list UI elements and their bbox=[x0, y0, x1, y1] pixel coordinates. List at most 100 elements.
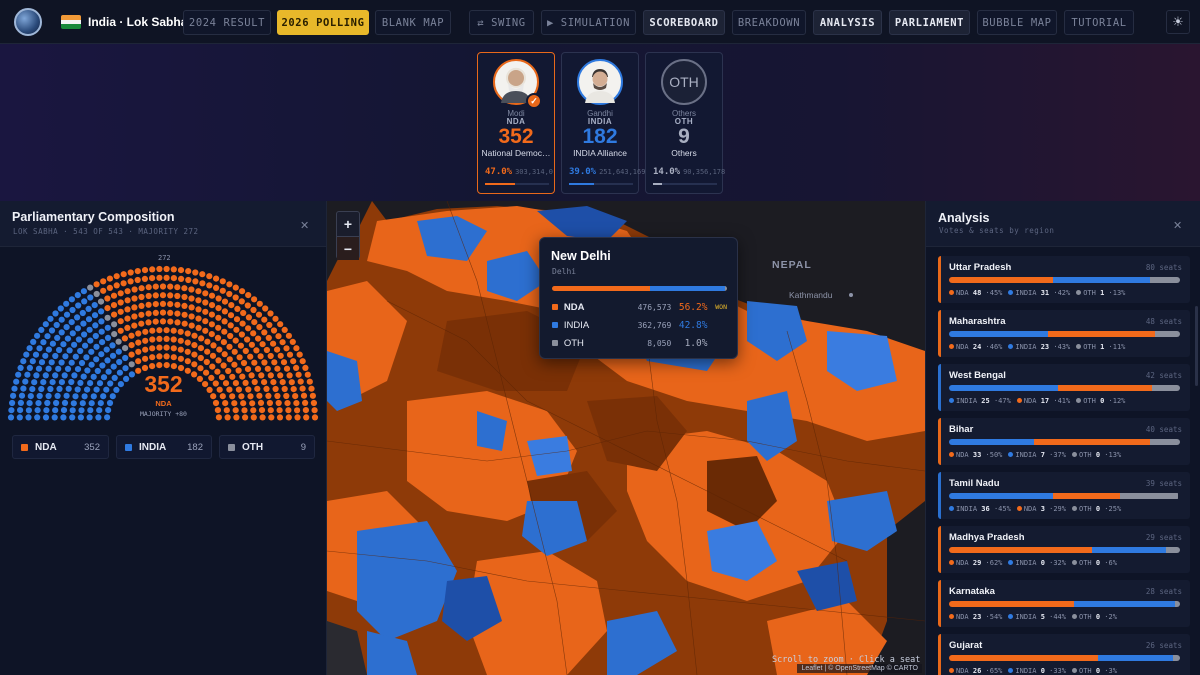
seat-dot[interactable] bbox=[68, 296, 75, 303]
seat-dot[interactable] bbox=[204, 348, 211, 355]
seat-dot[interactable] bbox=[227, 312, 235, 319]
region-card[interactable]: Maharashtra 48 seats NDA 24 ·46% INDIA 23 ·… bbox=[938, 310, 1190, 357]
seat-dot[interactable] bbox=[86, 326, 93, 333]
seat-dot[interactable] bbox=[267, 352, 274, 360]
seat-dot[interactable] bbox=[257, 353, 264, 360]
seat-dot[interactable] bbox=[181, 293, 188, 301]
seat-dot[interactable] bbox=[184, 348, 191, 355]
seat-dot[interactable] bbox=[216, 346, 223, 353]
seat-dot[interactable] bbox=[138, 285, 145, 292]
seat-dot[interactable] bbox=[74, 325, 81, 332]
seat-dot[interactable] bbox=[163, 353, 170, 360]
seat-dot[interactable] bbox=[170, 363, 177, 370]
seat-dot[interactable] bbox=[127, 278, 134, 285]
seat-dot[interactable] bbox=[174, 292, 181, 300]
seat-dot[interactable] bbox=[231, 361, 238, 368]
seat-dot[interactable] bbox=[47, 315, 54, 322]
seat-dot[interactable] bbox=[110, 292, 118, 299]
seat-dot[interactable] bbox=[98, 308, 105, 315]
seat-dot[interactable] bbox=[34, 332, 41, 339]
nav-analysis[interactable]: ANALYSIS bbox=[813, 10, 882, 35]
seat-dot[interactable] bbox=[178, 275, 185, 282]
seat-dot[interactable] bbox=[138, 311, 145, 318]
seat-dot[interactable] bbox=[87, 294, 94, 301]
seat-dot[interactable] bbox=[93, 281, 100, 288]
seat-dot[interactable] bbox=[113, 273, 120, 280]
seat-dot[interactable] bbox=[88, 348, 95, 355]
seat-dot[interactable] bbox=[256, 300, 263, 307]
seat-dot[interactable] bbox=[239, 320, 246, 327]
seat-dot[interactable] bbox=[45, 346, 53, 353]
seat-dot[interactable] bbox=[261, 316, 268, 323]
seat-dot[interactable] bbox=[152, 309, 159, 316]
seat-dot[interactable] bbox=[113, 282, 120, 289]
seat-dot[interactable] bbox=[170, 336, 177, 343]
seat-dot[interactable] bbox=[204, 338, 211, 345]
seat-dot[interactable] bbox=[219, 278, 226, 285]
seat-dot[interactable] bbox=[274, 346, 281, 353]
seat-dot[interactable] bbox=[115, 348, 122, 355]
seat-dot[interactable] bbox=[188, 322, 195, 329]
seat-dot[interactable] bbox=[261, 359, 268, 366]
seat-dot[interactable] bbox=[215, 295, 222, 302]
seat-dot[interactable] bbox=[265, 334, 272, 341]
seat-dot[interactable] bbox=[149, 363, 156, 370]
seat-dot[interactable] bbox=[177, 355, 184, 362]
seat-dot[interactable] bbox=[149, 327, 156, 334]
seat-dot[interactable] bbox=[275, 333, 282, 340]
seat-dot[interactable] bbox=[69, 330, 76, 337]
seat-dot[interactable] bbox=[270, 327, 278, 334]
seat-dot[interactable] bbox=[167, 283, 174, 290]
seat-dot[interactable] bbox=[245, 314, 252, 321]
seat-dot[interactable] bbox=[111, 321, 118, 328]
seat-dot[interactable] bbox=[57, 305, 64, 312]
seat-dot[interactable] bbox=[117, 290, 124, 297]
seat-dot[interactable] bbox=[127, 269, 134, 276]
seat-dot[interactable] bbox=[32, 351, 40, 358]
seat-dot[interactable] bbox=[122, 345, 129, 352]
seat-dot[interactable] bbox=[247, 353, 254, 360]
seat-dot[interactable] bbox=[228, 302, 235, 309]
seat-dot[interactable] bbox=[174, 319, 181, 326]
seat-dot[interactable] bbox=[251, 359, 258, 366]
seat-dot[interactable] bbox=[104, 334, 112, 341]
seat-dot[interactable] bbox=[152, 283, 159, 290]
seat-dot[interactable] bbox=[81, 331, 88, 338]
seat-dot[interactable] bbox=[250, 306, 257, 314]
seat-dot[interactable] bbox=[195, 315, 202, 322]
seat-dot[interactable] bbox=[245, 325, 252, 332]
seat-dot[interactable] bbox=[174, 301, 181, 308]
seat-dot[interactable] bbox=[203, 358, 210, 366]
region-card[interactable]: Tamil Nadu 39 seats INDIA 36 ·45% NDA 3 ·29… bbox=[938, 472, 1190, 519]
seat-dot[interactable] bbox=[131, 286, 138, 293]
seat-dot[interactable] bbox=[62, 353, 69, 360]
seat-dot[interactable] bbox=[184, 358, 191, 365]
seat-dot[interactable] bbox=[232, 284, 239, 291]
seat-dot[interactable] bbox=[60, 341, 67, 348]
seat-dot[interactable] bbox=[255, 311, 263, 318]
seat-dot[interactable] bbox=[156, 265, 163, 273]
seat-dot[interactable] bbox=[122, 354, 129, 362]
seat-dot[interactable] bbox=[91, 312, 99, 319]
nav-simulation[interactable]: ▶ SIMULATION bbox=[541, 10, 636, 35]
seat-dot[interactable] bbox=[277, 352, 284, 359]
seat-dot[interactable] bbox=[214, 334, 222, 341]
seat-dot[interactable] bbox=[188, 304, 195, 311]
close-icon[interactable]: ✕ bbox=[1173, 219, 1182, 232]
seat-dot[interactable] bbox=[285, 332, 292, 339]
seat-dot[interactable] bbox=[281, 326, 288, 333]
seat-dot[interactable] bbox=[152, 318, 159, 325]
seat-dot[interactable] bbox=[177, 346, 184, 353]
seat-dot[interactable] bbox=[141, 275, 148, 282]
seat-dot[interactable] bbox=[141, 267, 149, 274]
seat-dot[interactable] bbox=[215, 314, 222, 321]
nav-2024-result[interactable]: 2024 RESULT bbox=[183, 10, 271, 35]
seat-dot[interactable] bbox=[279, 339, 286, 346]
seat-dot[interactable] bbox=[199, 271, 206, 278]
seat-dot[interactable] bbox=[111, 311, 118, 318]
seat-dot[interactable] bbox=[58, 359, 65, 366]
seat-dot[interactable] bbox=[124, 324, 131, 331]
seat-dot[interactable] bbox=[208, 331, 215, 338]
seat-dot[interactable] bbox=[117, 318, 124, 325]
seat-dot[interactable] bbox=[36, 345, 43, 352]
